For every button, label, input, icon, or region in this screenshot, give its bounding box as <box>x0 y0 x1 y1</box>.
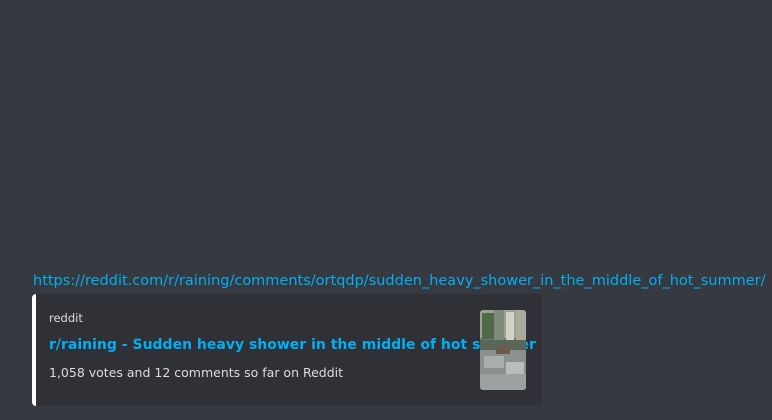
chat-area: https://reddit.com/r/raining/comments/or… <box>0 0 772 420</box>
embed-description: 1,058 votes and 12 comments so far on Re… <box>49 365 344 380</box>
embed-title-link[interactable]: r/raining - Sudden heavy shower in the m… <box>49 335 536 355</box>
embed-thumbnail-image[interactable] <box>480 310 526 390</box>
embed-provider: reddit <box>49 311 83 325</box>
link-embed: reddit r/raining - Sudden heavy shower i… <box>32 294 542 406</box>
message-link[interactable]: https://reddit.com/r/raining/comments/or… <box>33 271 765 291</box>
